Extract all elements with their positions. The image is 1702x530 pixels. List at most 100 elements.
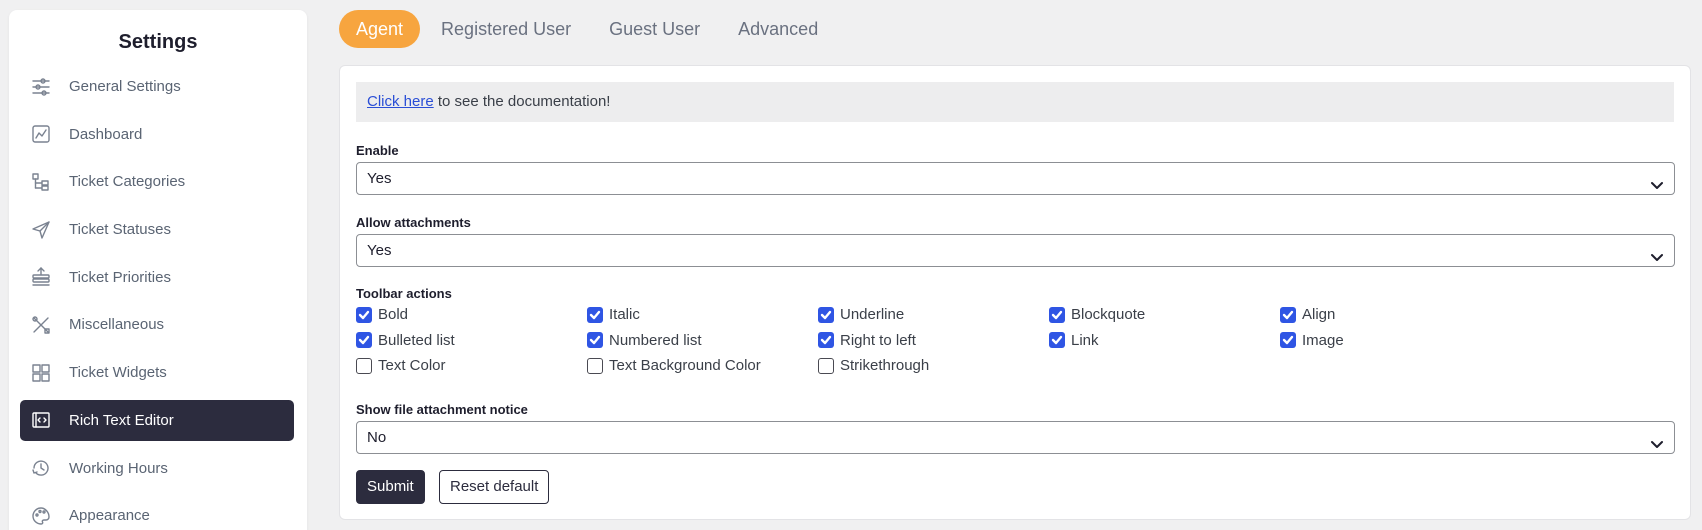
sidebar-title: Settings <box>118 31 198 53</box>
checkbox-underline[interactable]: Underline <box>818 306 904 323</box>
sidebar-item-label: Ticket Priorities <box>69 268 171 286</box>
sidebar-item-label: General Settings <box>69 78 181 95</box>
toolbar-actions-checkboxes: Bold Italic Underline Blockquote Align B… <box>356 306 1676 383</box>
sidebar-item-working-hours[interactable]: Working Hours <box>20 448 294 489</box>
sidebar-item-miscellaneous[interactable]: Miscellaneous <box>20 304 294 345</box>
checkbox-bold[interactable]: Bold <box>356 306 408 323</box>
tab-registered-user[interactable]: Registered User <box>424 10 588 48</box>
show-file-notice-label: Show file attachment notice <box>356 402 528 417</box>
chevron-down-icon <box>1650 172 1664 189</box>
checkbox-checked-icon <box>818 306 834 323</box>
sidebar-item-ticket-widgets[interactable]: Ticket Widgets <box>20 352 294 393</box>
enable-label: Enable <box>356 143 399 158</box>
checkbox-strikethrough[interactable]: Strikethrough <box>818 357 929 374</box>
checkbox-link[interactable]: Link <box>1049 332 1099 349</box>
dashboard-chart-icon <box>30 123 52 145</box>
checkbox-label: Text Background Color <box>609 357 761 374</box>
sidebar-item-rich-text-editor[interactable]: Rich Text Editor <box>20 399 294 441</box>
sidebar-item-label: Miscellaneous <box>69 316 165 334</box>
checkbox-align[interactable]: Align <box>1280 306 1335 323</box>
sidebar-item-label: Appearance <box>69 507 150 525</box>
tab-guest-user[interactable]: Guest User <box>592 10 717 48</box>
rich-text-editor-settings-panel: Click here to see the documentation! Ena… <box>339 65 1691 520</box>
checkbox-checked-icon <box>818 332 834 348</box>
sidebar-item-ticket-statuses[interactable]: Ticket Statuses <box>20 209 294 250</box>
checkbox-bulleted-list[interactable]: Bulleted list <box>356 332 455 349</box>
chevron-down-icon <box>1650 244 1664 261</box>
checkbox-unchecked-icon <box>818 357 834 374</box>
checkbox-label: Bulleted list <box>378 331 455 349</box>
checkbox-label: Italic <box>609 306 640 323</box>
send-arrow-icon <box>30 219 52 241</box>
allow-attachments-select[interactable]: Yes <box>356 234 1675 267</box>
checkbox-label: Right to left <box>840 331 916 349</box>
category-tree-icon <box>30 171 52 193</box>
checkbox-checked-icon <box>1049 306 1065 323</box>
sidebar-item-ticket-priorities[interactable]: Ticket Priorities <box>20 257 294 298</box>
checkbox-text-background-color[interactable]: Text Background Color <box>587 357 761 374</box>
allow-attachments-select-value: Yes <box>367 242 392 259</box>
sliders-icon <box>30 76 52 98</box>
sidebar-item-label: Ticket Statuses <box>69 221 171 239</box>
checkbox-text-color[interactable]: Text Color <box>356 357 446 374</box>
user-type-tabs: Agent Registered User Guest User Advance… <box>339 10 839 48</box>
checkbox-checked-icon <box>587 332 603 348</box>
checkbox-label: Underline <box>840 306 905 323</box>
sidebar-nav: General Settings Dashboard Ticket Catego… <box>20 66 294 530</box>
show-file-notice-select[interactable]: No <box>356 421 1675 454</box>
checkbox-italic[interactable]: Italic <box>587 306 640 323</box>
sidebar-item-label: Ticket Widgets <box>69 364 167 382</box>
code-window-icon <box>30 409 52 431</box>
show-file-notice-select-value: No <box>367 429 387 446</box>
checkbox-label: Link <box>1071 331 1099 349</box>
checkbox-label: Bold <box>378 306 409 323</box>
checkbox-checked-icon <box>1280 306 1296 323</box>
checkbox-unchecked-icon <box>356 357 372 374</box>
checkbox-label: Strikethrough <box>840 357 930 374</box>
sidebar-item-label: Ticket Categories <box>69 173 186 191</box>
palette-icon <box>30 505 52 527</box>
reset-default-button[interactable]: Reset default <box>439 470 550 504</box>
checkbox-checked-icon <box>1280 332 1296 348</box>
enable-select-value: Yes <box>367 170 392 187</box>
submit-button[interactable]: Submit <box>356 470 425 504</box>
documentation-link[interactable]: Click here <box>367 93 434 110</box>
sidebar-item-ticket-categories[interactable]: Ticket Categories <box>20 161 294 202</box>
checkbox-row: Bulleted list Numbered list Right to lef… <box>356 332 1676 358</box>
checkbox-label: Text Color <box>378 357 446 374</box>
tab-advanced[interactable]: Advanced <box>721 10 835 48</box>
checkbox-checked-icon <box>1049 332 1065 348</box>
checkbox-label: Blockquote <box>1071 306 1146 323</box>
checkbox-label: Image <box>1302 331 1344 349</box>
settings-sidebar: Settings General Settings Dashboard Tick… <box>9 10 307 530</box>
chevron-down-icon <box>1650 431 1664 448</box>
clock-history-icon <box>30 457 52 479</box>
checkbox-right-to-left[interactable]: Right to left <box>818 332 916 349</box>
checkbox-row: Text Color Text Background Color Striket… <box>356 357 1676 383</box>
checkbox-checked-icon <box>587 306 603 323</box>
checkbox-unchecked-icon <box>587 357 603 374</box>
enable-select[interactable]: Yes <box>356 162 1675 195</box>
checkbox-numbered-list[interactable]: Numbered list <box>587 332 702 349</box>
sidebar-item-general-settings[interactable]: General Settings <box>20 66 294 107</box>
sidebar-item-label: Dashboard <box>69 125 143 143</box>
checkbox-checked-icon <box>356 332 372 348</box>
allow-attachments-label: Allow attachments <box>356 215 471 230</box>
checkbox-image[interactable]: Image <box>1280 332 1344 349</box>
tools-icon <box>30 314 52 336</box>
tab-agent[interactable]: Agent <box>339 10 421 48</box>
checkbox-row: Bold Italic Underline Blockquote Align <box>356 306 1676 332</box>
documentation-notice: Click here to see the documentation! <box>356 82 1674 122</box>
priority-stack-icon <box>30 266 52 288</box>
checkbox-label: Numbered list <box>609 331 702 349</box>
documentation-notice-text: to see the documentation! <box>433 93 611 110</box>
widgets-grid-icon <box>30 362 52 384</box>
sidebar-item-dashboard[interactable]: Dashboard <box>20 114 294 155</box>
toolbar-actions-label: Toolbar actions <box>356 286 452 301</box>
checkbox-label: Align <box>1302 306 1336 323</box>
sidebar-item-label: Working Hours <box>69 459 168 477</box>
checkbox-blockquote[interactable]: Blockquote <box>1049 306 1145 323</box>
sidebar-item-label: Rich Text Editor <box>69 411 174 429</box>
checkbox-checked-icon <box>356 306 372 323</box>
sidebar-item-appearance[interactable]: Appearance <box>20 495 294 530</box>
